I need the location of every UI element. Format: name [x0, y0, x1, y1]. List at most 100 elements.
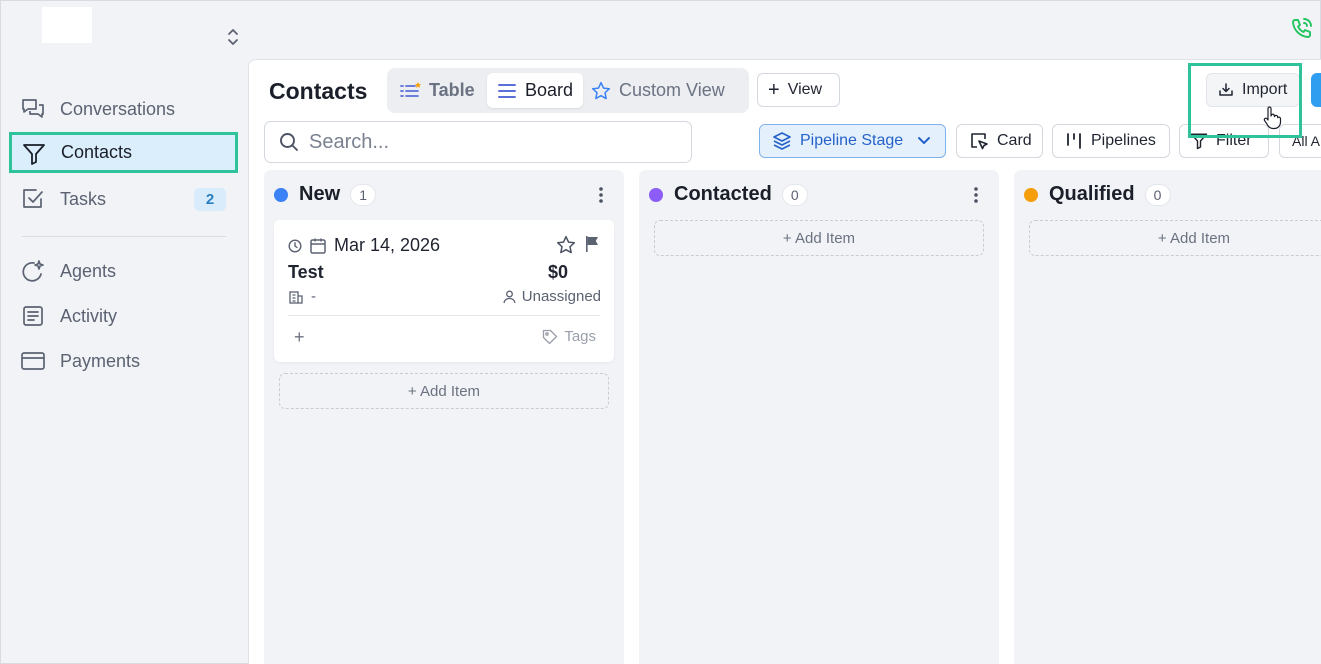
workspace-logo[interactable] [42, 7, 92, 43]
card-company: - [288, 288, 316, 305]
main-panel: Contacts Table Board Custom View + View … [248, 59, 1321, 664]
card-label: Card [997, 132, 1032, 149]
sidebar-item-label: Payments [60, 350, 141, 371]
board-column-contacted: Contacted 0 + Add Item [639, 170, 999, 664]
card-tags-text: Tags [564, 328, 596, 345]
pipelines-label: Pipelines [1091, 132, 1156, 149]
card-company-text: - [311, 288, 316, 305]
phone-icon[interactable] [1290, 16, 1314, 40]
pipeline-stage-label: Pipeline Stage [800, 132, 904, 149]
search-input[interactable] [309, 130, 669, 154]
tag-icon [543, 329, 558, 344]
board-column-new: New 1 Mar 14, 2026 Test $0 - Unassigned [264, 170, 624, 664]
tab-label: Table [429, 80, 475, 100]
search-icon [280, 133, 298, 151]
add-item-button[interactable]: + Add Item [1029, 220, 1321, 256]
contact-card[interactable]: Mar 14, 2026 Test $0 - Unassigned + Tags [274, 220, 614, 362]
card-assignee[interactable]: Unassigned [503, 288, 601, 305]
card-pointer-icon [971, 133, 988, 150]
credit-card-icon [20, 349, 46, 373]
tab-custom-view[interactable]: Custom View [591, 73, 746, 108]
view-tabs: Table Board Custom View [387, 68, 749, 113]
document-list-icon [20, 304, 46, 328]
chevron-up-down-icon[interactable] [224, 27, 242, 47]
card-tags[interactable]: Tags [542, 328, 596, 345]
add-view-button[interactable]: + View [757, 73, 840, 107]
column-color-dot [274, 187, 288, 202]
column-header: New 1 [274, 183, 377, 206]
pipeline-bars-icon [1067, 133, 1081, 149]
kebab-menu-icon[interactable] [598, 186, 604, 204]
sidebar-item-payments[interactable]: Payments [10, 341, 238, 381]
sidebar-divider [22, 236, 226, 237]
pipeline-stage-dropdown[interactable]: Pipeline Stage [759, 124, 946, 158]
column-count-badge: 0 [781, 183, 808, 206]
card-date-text: Mar 14, 2026 [334, 235, 441, 255]
checkbox-icon [20, 187, 46, 211]
chevron-down-icon [918, 137, 931, 144]
card-date: Mar 14, 2026 [288, 235, 440, 256]
star-icon[interactable] [556, 235, 576, 255]
tab-label: Custom View [619, 80, 725, 100]
import-label: Import [1242, 81, 1288, 98]
column-color-dot [649, 187, 663, 202]
clock-icon [288, 238, 302, 253]
calendar-icon [310, 238, 326, 254]
column-count-badge: 1 [350, 183, 377, 206]
sidebar-item-conversations[interactable]: Conversations [10, 89, 238, 129]
hand-cursor-icon [1263, 106, 1282, 130]
sparkle-agent-icon [20, 259, 46, 283]
column-count-badge: 0 [1144, 183, 1171, 206]
funnel-icon [21, 142, 47, 166]
column-title: Contacted [674, 183, 772, 205]
star-icon [591, 81, 611, 99]
sidebar-item-activity[interactable]: Activity [10, 296, 238, 336]
card-assignee-text: Unassigned [521, 288, 601, 305]
kebab-menu-icon[interactable] [973, 186, 979, 204]
tab-label: Board [525, 80, 574, 100]
all-filter-label: All A [1292, 133, 1321, 149]
card-divider [288, 315, 600, 316]
add-view-label: View [787, 81, 823, 98]
all-filter-dropdown[interactable]: All A [1279, 124, 1321, 158]
page-title: Contacts [269, 78, 368, 104]
pipelines-button[interactable]: Pipelines [1052, 124, 1170, 158]
tab-table[interactable]: Table [399, 73, 491, 108]
board-column-qualified: Qualified 0 + Add Item [1014, 170, 1321, 664]
primary-action-button[interactable] [1311, 73, 1321, 107]
sidebar-item-label: Contacts [61, 142, 133, 162]
column-color-dot [1024, 187, 1038, 202]
building-icon [289, 290, 303, 304]
search-box[interactable] [264, 121, 692, 163]
menu-lines-icon [498, 83, 516, 98]
tasks-count-badge: 2 [194, 188, 226, 211]
funnel-icon [1190, 133, 1208, 150]
column-header: Contacted 0 [649, 183, 808, 206]
sidebar-item-label: Agents [60, 260, 117, 281]
import-button[interactable]: Import [1206, 73, 1300, 107]
card-amount: $0 [547, 262, 568, 282]
sidebar-item-tasks[interactable]: Tasks 2 [10, 179, 238, 219]
add-item-button[interactable]: + Add Item [654, 220, 984, 256]
flag-icon[interactable] [584, 235, 600, 253]
sidebar-item-label: Conversations [60, 98, 176, 119]
sidebar-item-label: Activity [60, 305, 118, 326]
tab-board[interactable]: Board [487, 73, 583, 108]
sidebar-item-label: Tasks [60, 188, 107, 209]
list-icon [400, 81, 421, 97]
card-button[interactable]: Card [956, 124, 1043, 158]
sidebar-item-agents[interactable]: Agents [10, 251, 238, 291]
add-item-button[interactable]: + Add Item [279, 373, 609, 409]
chat-bubbles-icon [20, 97, 46, 121]
column-title: Qualified [1049, 183, 1135, 205]
plus-icon: + [768, 79, 780, 101]
user-icon [503, 290, 516, 303]
download-tray-icon [1219, 83, 1233, 96]
column-header: Qualified 0 [1024, 183, 1171, 206]
card-title: Test [288, 262, 324, 282]
filter-label: Filter [1216, 132, 1252, 149]
sidebar-item-contacts[interactable]: Contacts [9, 132, 238, 173]
layers-icon [773, 132, 791, 150]
card-add-button[interactable]: + [294, 327, 305, 348]
filter-button[interactable]: Filter [1179, 124, 1269, 158]
